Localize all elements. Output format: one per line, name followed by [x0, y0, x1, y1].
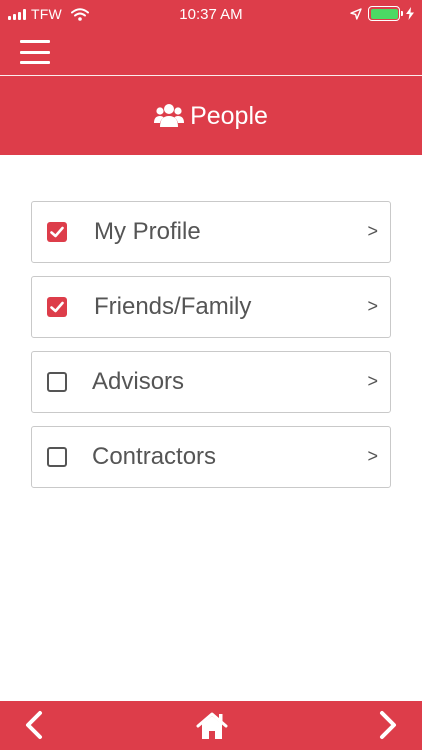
page-title: People	[190, 101, 268, 130]
battery-icon	[368, 6, 403, 21]
app-header: TFW 10:37 AM People	[0, 0, 422, 155]
chevron-right-icon: >	[367, 371, 378, 391]
chevron-right-icon: >	[367, 221, 378, 241]
list-item-contractors[interactable]: Contractors >	[31, 426, 391, 488]
list-item-friends-family[interactable]: Friends/Family >	[31, 276, 391, 338]
charging-bolt-icon	[406, 7, 414, 20]
status-right	[350, 6, 414, 21]
hamburger-menu-button[interactable]	[20, 38, 52, 66]
list-item-label: Advisors	[92, 368, 185, 395]
checkbox-checked[interactable]	[47, 297, 67, 317]
bottom-nav-bar	[0, 701, 422, 750]
list-item-label: My Profile	[94, 218, 201, 245]
list-item-label: Contractors	[92, 443, 217, 470]
chevron-right-icon	[380, 711, 396, 739]
chevron-left-icon	[26, 711, 42, 739]
chevron-right-icon: >	[367, 296, 378, 316]
checkmark-icon	[50, 226, 64, 238]
header-divider	[0, 75, 422, 76]
people-icon	[154, 104, 185, 127]
list-item-label: Friends/Family	[94, 293, 252, 320]
location-arrow-icon	[350, 7, 362, 20]
menu-bar-line	[20, 50, 50, 54]
home-icon	[196, 712, 228, 739]
chevron-right-icon: >	[367, 446, 378, 466]
back-button[interactable]	[20, 709, 50, 741]
list-item-advisors[interactable]: Advisors >	[31, 351, 391, 413]
people-list: My Profile > Friends/Family > Advisors >…	[31, 201, 391, 501]
menu-bar-line	[20, 40, 50, 43]
status-bar: TFW 10:37 AM	[0, 0, 422, 30]
page-title-group: People	[0, 96, 422, 136]
home-button[interactable]	[196, 711, 228, 741]
menu-bar-line	[20, 61, 50, 64]
checkbox-checked[interactable]	[47, 222, 67, 242]
checkmark-icon	[50, 301, 64, 313]
checkbox-unchecked[interactable]	[47, 372, 67, 392]
forward-button[interactable]	[372, 709, 402, 741]
app-screen: TFW 10:37 AM People My Profile > Friends…	[0, 0, 422, 750]
list-item-my-profile[interactable]: My Profile >	[31, 201, 391, 263]
checkbox-unchecked[interactable]	[47, 447, 67, 467]
